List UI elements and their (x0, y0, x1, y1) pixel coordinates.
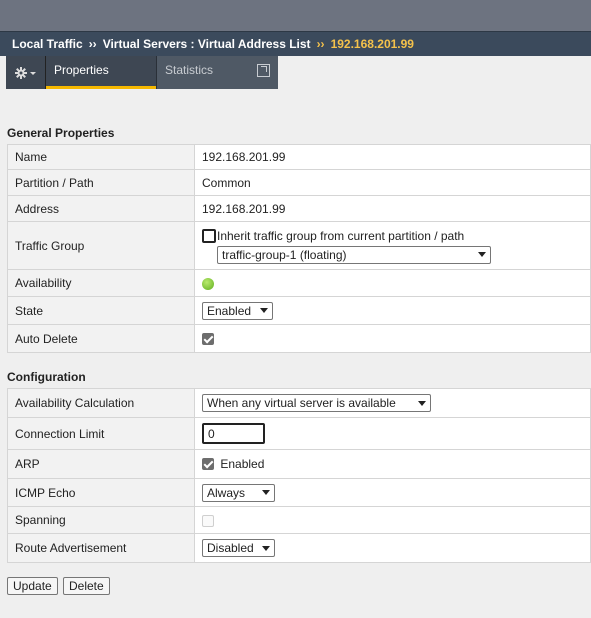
table-row: Address 192.168.201.99 (7, 195, 591, 222)
general-properties-table: Name 192.168.201.99 Partition / Path Com… (7, 144, 591, 353)
inherit-traffic-group-checkbox[interactable] (202, 228, 216, 243)
delete-button[interactable]: Delete (63, 577, 110, 595)
icmp-echo-select[interactable]: Always (202, 483, 275, 502)
update-button[interactable]: Update (7, 577, 58, 595)
breadcrumb-virtual-address-list[interactable]: Virtual Servers : Virtual Address List (103, 37, 311, 51)
name-label: Name (7, 144, 195, 170)
arp-checkbox[interactable] (202, 458, 214, 471)
auto-delete-label: Auto Delete (7, 324, 195, 353)
connection-limit-cell: 0 (194, 417, 591, 450)
table-row: Partition / Path Common (7, 169, 591, 196)
chevron-down-icon (262, 490, 270, 495)
state-select-value: Enabled (207, 303, 252, 318)
table-row: Availability Calculation When any virtua… (7, 388, 591, 418)
breadcrumb: Local Traffic ›› Virtual Servers : Virtu… (0, 31, 591, 56)
configuration-table: Availability Calculation When any virtua… (7, 388, 591, 563)
inherit-traffic-group-label: Inherit traffic group from current parti… (217, 228, 465, 243)
status-available-icon (202, 277, 214, 290)
table-row: State Enabled (7, 296, 591, 325)
traffic-group-select[interactable]: traffic-group-1 (floating) (217, 245, 491, 264)
auto-delete-checkbox[interactable] (202, 333, 214, 346)
spanning-cell (194, 506, 591, 534)
table-row: Availability (7, 269, 591, 297)
availability-cell (194, 269, 591, 297)
name-value: 192.168.201.99 (194, 144, 591, 170)
arp-enabled-label: Enabled (220, 457, 265, 472)
partition-label: Partition / Path (7, 169, 195, 196)
breadcrumb-current: 192.168.201.99 (330, 37, 414, 51)
arp-cell: Enabled (194, 449, 591, 479)
breadcrumb-local-traffic[interactable]: Local Traffic (12, 37, 83, 51)
general-properties-title: General Properties (7, 126, 115, 140)
route-advertisement-value: Disabled (207, 541, 254, 555)
table-row: Name 192.168.201.99 (7, 144, 591, 170)
tab-bar: Properties Statistics (0, 56, 591, 90)
table-row: Auto Delete (7, 324, 591, 353)
chevron-down-icon (260, 308, 268, 313)
icmp-echo-cell: Always (194, 478, 591, 507)
settings-menu-button[interactable] (6, 56, 46, 89)
arp-label: ARP (7, 449, 195, 479)
traffic-group-label: Traffic Group (7, 221, 195, 270)
traffic-group-select-value: traffic-group-1 (floating) (222, 247, 347, 262)
availability-calculation-label: Availability Calculation (7, 388, 195, 418)
table-row: Traffic Group Inherit traffic group from… (7, 221, 591, 270)
address-label: Address (7, 195, 195, 222)
state-cell: Enabled (194, 296, 591, 325)
spanning-checkbox (202, 514, 214, 527)
external-link-icon[interactable] (257, 64, 270, 77)
gear-icon (14, 66, 36, 79)
chevron-down-icon (29, 71, 36, 75)
breadcrumb-separator: ›› (88, 37, 97, 51)
top-banner (0, 0, 591, 31)
availability-calculation-cell: When any virtual server is available (194, 388, 591, 418)
availability-calculation-select[interactable]: When any virtual server is available (202, 394, 431, 412)
connection-limit-label: Connection Limit (7, 417, 195, 450)
icmp-echo-label: ICMP Echo (7, 478, 195, 507)
table-row: ARP Enabled (7, 449, 591, 479)
chevron-down-icon (478, 252, 486, 257)
availability-calculation-value: When any virtual server is available (207, 396, 396, 410)
auto-delete-cell (194, 324, 591, 353)
chevron-down-icon (418, 400, 426, 406)
tab-statistics[interactable]: Statistics (156, 56, 278, 89)
partition-value: Common (194, 169, 591, 196)
table-row: ICMP Echo Always (7, 478, 591, 507)
address-value: 192.168.201.99 (194, 195, 591, 222)
tab-properties[interactable]: Properties (46, 56, 156, 89)
icmp-echo-value: Always (207, 485, 246, 500)
table-row: Route Advertisement Disabled (7, 533, 591, 563)
state-select[interactable]: Enabled (202, 301, 273, 320)
configuration-title: Configuration (7, 370, 86, 384)
route-advertisement-cell: Disabled (194, 533, 591, 563)
connection-limit-input[interactable]: 0 (202, 423, 265, 444)
availability-label: Availability (7, 269, 195, 297)
route-advertisement-select[interactable]: Disabled (202, 539, 275, 557)
table-row: Connection Limit 0 (7, 417, 591, 450)
tab-statistics-label: Statistics (165, 63, 214, 77)
table-row: Spanning (7, 506, 591, 534)
state-label: State (7, 296, 195, 325)
chevron-down-icon (262, 545, 270, 551)
breadcrumb-separator: ›› (316, 37, 325, 51)
traffic-group-cell: Inherit traffic group from current parti… (194, 221, 591, 270)
route-advertisement-label: Route Advertisement (7, 533, 195, 563)
spanning-label: Spanning (7, 506, 195, 534)
